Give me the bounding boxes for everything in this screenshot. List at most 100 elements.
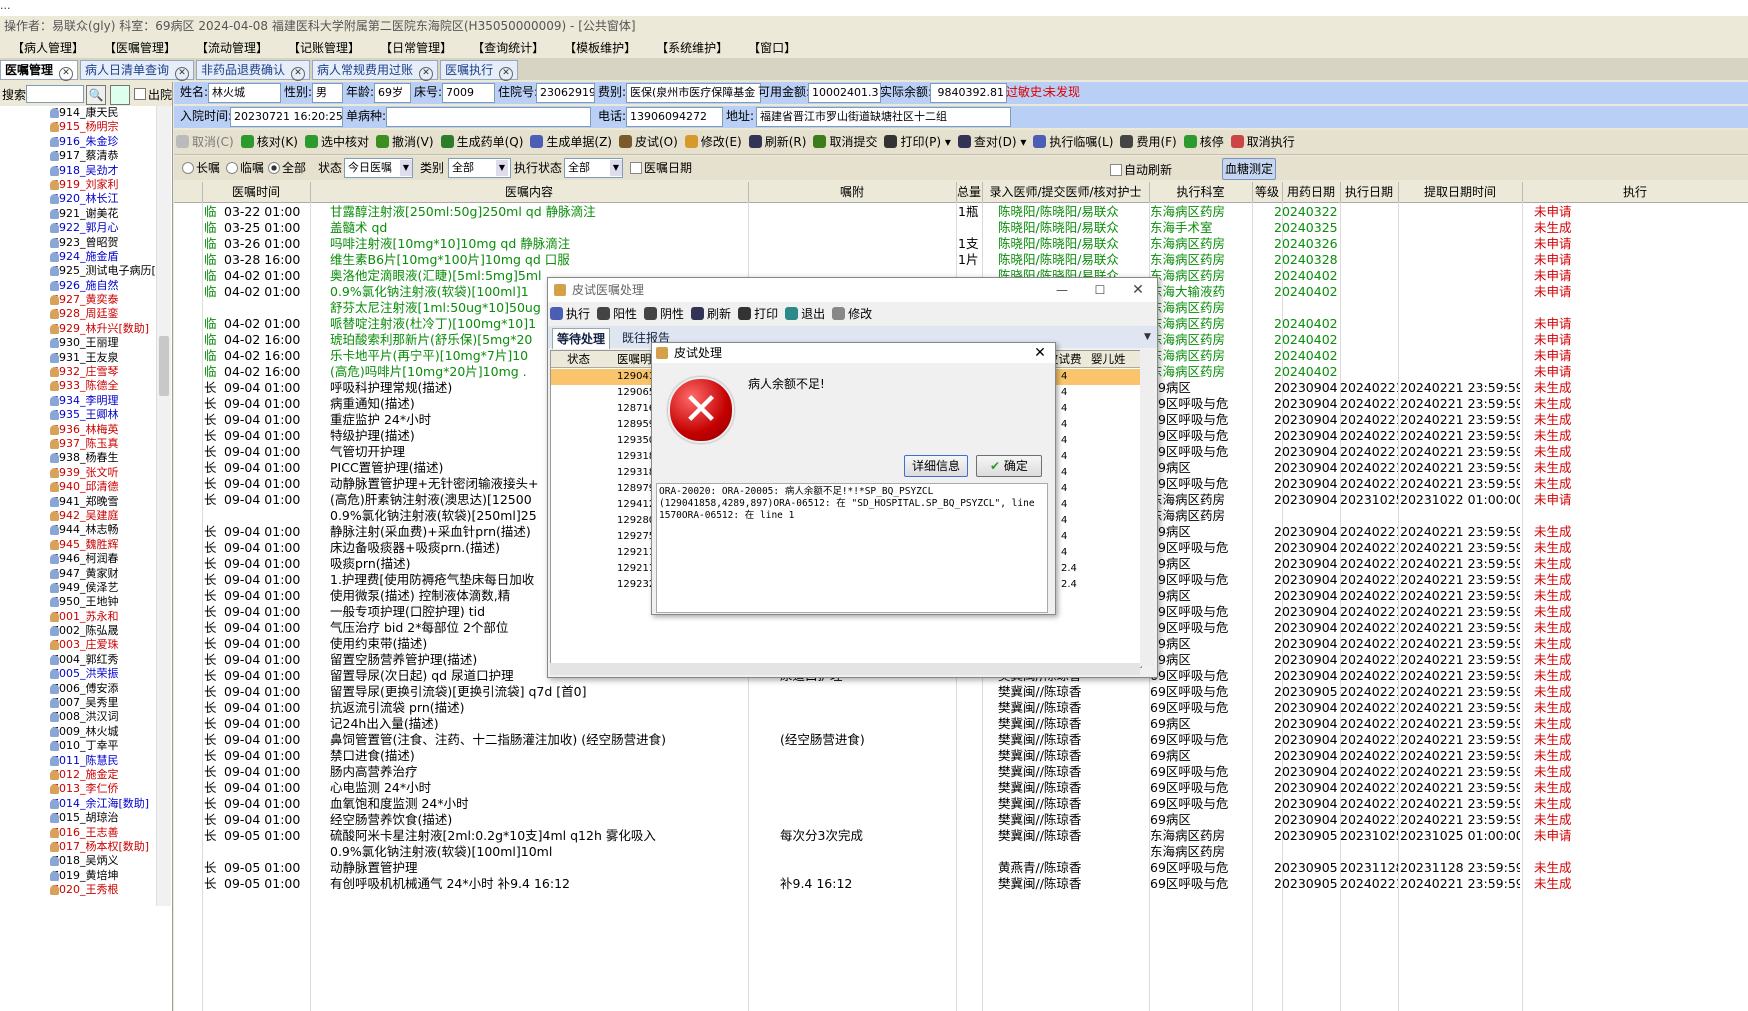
toolbar-button[interactable]: 刷新(R) [747,130,812,154]
patient-list-item[interactable]: 7004_郭红秀 [0,653,156,667]
patient-list-item[interactable]: 7016_王志善 [0,826,156,840]
details-button[interactable]: 详细信息 [904,455,968,477]
patient-list-item[interactable]: 6922_郭月心 [0,221,156,235]
patient-list-item[interactable]: 7001_苏永和 [0,610,156,624]
patient-list-item[interactable]: 6916_朱金珍 [0,135,156,149]
patient-list-item[interactable]: 6928_周廷銮 [0,307,156,321]
skin-test-hscrollbar[interactable] [550,663,1140,675]
patient-list-item[interactable]: 6949_侯泽艺 [0,581,156,595]
patient-list-item[interactable]: 6944_林志畅 [0,523,156,537]
table-row[interactable]: 长 09-04 01:00 禁口进食(描述) 樊冀闽//陈琼香 69病区 20230904… [174,748,1748,764]
close-icon[interactable]: ✕ [59,67,74,81]
patient-list-item[interactable]: 6927_黄奕泰 [0,293,156,307]
skin-test-tool[interactable]: 打印 [736,302,783,326]
column-header[interactable]: 执行 [1522,182,1748,202]
column-header[interactable]: 执行日期 [1340,182,1399,202]
table-row[interactable]: 长 09-05 01:00 有创呼吸机机械通气 24*小时 补9.4 16:12 补9… [174,876,1748,892]
patient-list-scrollbar[interactable] [156,106,171,906]
tab-item[interactable]: 病人常规费用过账 ✕ [312,60,439,81]
patient-list-item[interactable]: 6920_林长江 [0,192,156,206]
column-header[interactable]: 提取日期时间 [1398,182,1523,202]
table-row[interactable]: 临 03-28 16:00 维生素B6片[10mg*100片]10mg qd 口服 1… [174,252,1748,268]
patient-list-item[interactable]: 7003_庄爱珠 [0,638,156,652]
skin-test-tool[interactable]: 执行 [548,302,595,326]
skin-test-tool[interactable]: 阳性 [595,302,642,326]
skin-test-tool[interactable]: 刷新 [689,302,736,326]
tab-item[interactable]: 非药品退费确认 ✕ [196,60,311,81]
patient-list-item[interactable]: 6924_施金盾 [0,250,156,264]
patient-list-item[interactable]: 7010_丁幸平 [0,739,156,753]
patient-list-item[interactable]: 6936_林梅英 [0,423,156,437]
toolbar-button[interactable]: 核对(K) [239,130,303,154]
table-row[interactable]: 长 09-04 01:00 经空肠营养饮食(描述) 樊冀闽//陈琼香 69病区 20230… [174,812,1748,828]
column-header[interactable]: 总量 [956,182,983,202]
toolbar-button[interactable]: 打印(P) ▾ [882,130,955,154]
tab-item[interactable]: 医嘱管理 ✕ [0,60,79,81]
temp-order-radio[interactable] [226,162,238,174]
column-header[interactable]: 嘱附 [748,182,957,202]
long-order-radio[interactable] [182,162,194,174]
patient-list-item[interactable]: 6946_柯润春 [0,552,156,566]
patient-list-item[interactable]: 7008_洪汉词 [0,710,156,724]
column-header[interactable]: 医嘱时间 [202,182,311,202]
skin-test-col[interactable]: 医嘱明 [617,351,652,367]
patient-list-item[interactable]: 7005_洪荣振 [0,667,156,681]
menu-item[interactable]: 【医嘱管理】 [92,38,184,58]
table-row[interactable]: 长 09-04 01:00 留置导尿(更换引流袋)[更换引流袋] q7d [首0] 樊… [174,684,1748,700]
patient-list-item[interactable]: 7009_林火城 [0,725,156,739]
close-icon[interactable]: ✕ [499,67,514,81]
patient-list-item[interactable]: 6923_曾昭贺 [0,236,156,250]
skin-test-tool[interactable]: 退出 [783,302,830,326]
table-row[interactable]: 长 09-05 01:00 硫酸阿米卡星注射液[2ml:0.2g*10支]4ml q… [174,828,1748,860]
patient-list-item[interactable]: 6935_王卿林 [0,408,156,422]
patient-list-item[interactable]: 6919_刘家利 [0,178,156,192]
patient-list-item[interactable]: 6917_蔡清恭 [0,149,156,163]
ok-button[interactable]: ✔ 确定 [976,455,1042,477]
table-row[interactable]: 临 03-22 01:00 甘露醇注射液[250ml:50g]250ml qd 静脉… [174,204,1748,220]
patient-list-item[interactable]: 6921_谢美花 [0,207,156,221]
menu-item[interactable]: 【病人管理】 [0,38,92,58]
patient-list-item[interactable]: 7014_余江海[数助] [0,797,156,811]
skin-test-tool[interactable]: 修改 [830,302,877,326]
refresh-list-icon[interactable] [110,85,130,105]
patient-list-item[interactable]: 6914_康天民 [0,106,156,120]
patient-list-item[interactable]: 6933_陈德全 [0,379,156,393]
tab-item[interactable]: 医嘱执行 ✕ [440,60,519,81]
patient-list-item[interactable]: 6930_王丽理 [0,336,156,350]
discharged-checkbox[interactable] [134,88,146,100]
order-date-checkbox[interactable] [630,162,642,174]
patient-list-item[interactable]: 6925_测试电子病历[E [0,264,156,278]
toolbar-button[interactable]: 查对(D) ▾ [956,130,1031,154]
minimize-icon[interactable]: — [1052,278,1072,302]
patient-list-item[interactable]: 6931_王友泉 [0,351,156,365]
chevron-down-icon[interactable]: ▼ [496,160,508,176]
patient-list-item[interactable]: 6939_张文听 [0,466,156,480]
menu-item[interactable]: 【窗口】 [736,38,804,58]
chevron-down-icon[interactable]: ▼ [400,160,412,176]
toolbar-button[interactable]: 皮试(O) [617,130,683,154]
toolbar-button[interactable]: 生成单据(Z) [528,130,617,154]
column-header[interactable]: 用药日期 [1282,182,1341,202]
patient-list-item[interactable]: 7011_陈慧民 [0,754,156,768]
close-icon[interactable]: ✕ [419,67,434,81]
patient-list-item[interactable]: 6937_陈玉真 [0,437,156,451]
table-row[interactable]: 长 09-04 01:00 肠内高营养治疗 樊冀闽//陈琼香 69区呼吸与危 202309… [174,764,1748,780]
table-row[interactable]: 长 09-04 01:00 血氧饱和度监测 24*小时 樊冀闽//陈琼香 69区呼吸与危… [174,796,1748,812]
skin-test-tool[interactable]: 阴性 [642,302,689,326]
skin-test-col[interactable]: 婴儿姓 [1091,351,1126,367]
toolbar-button[interactable]: 执行临嘱(L) [1031,130,1118,154]
patient-list-item[interactable]: 7015_胡琼治 [0,811,156,825]
table-row[interactable]: 临 03-25 01:00 盖髓术 qd 陈晓阳/陈晓阳/易联众 东海手术室 202403… [174,220,1748,236]
patient-list-item[interactable]: 6942_吴建庭 [0,509,156,523]
toolbar-button[interactable]: 生成药单(Q) [439,130,529,154]
table-row[interactable]: 长 09-04 01:00 抗返流引流袋 prn(描述) 樊冀闽//陈琼香 69区呼吸与… [174,700,1748,716]
table-row[interactable]: 长 09-05 01:00 动静脉置管护理 黄燕青//陈琼香 69区呼吸与危 202309… [174,860,1748,876]
column-header[interactable]: 等级 [1252,182,1283,202]
table-row[interactable]: 长 09-04 01:00 心电监测 24*小时 樊冀闽//陈琼香 69区呼吸与危 202… [174,780,1748,796]
table-row[interactable]: 长 09-04 01:00 记24h出入量(描述) 樊冀闽//陈琼香 69病区 20230… [174,716,1748,732]
patient-list-item[interactable]: 6940_邱清德 [0,480,156,494]
all-order-radio[interactable] [268,162,280,174]
menu-item[interactable]: 【日常管理】 [368,38,460,58]
skin-test-scrollbar[interactable] [1140,350,1154,666]
column-header[interactable]: 执行科室 [1149,182,1253,202]
